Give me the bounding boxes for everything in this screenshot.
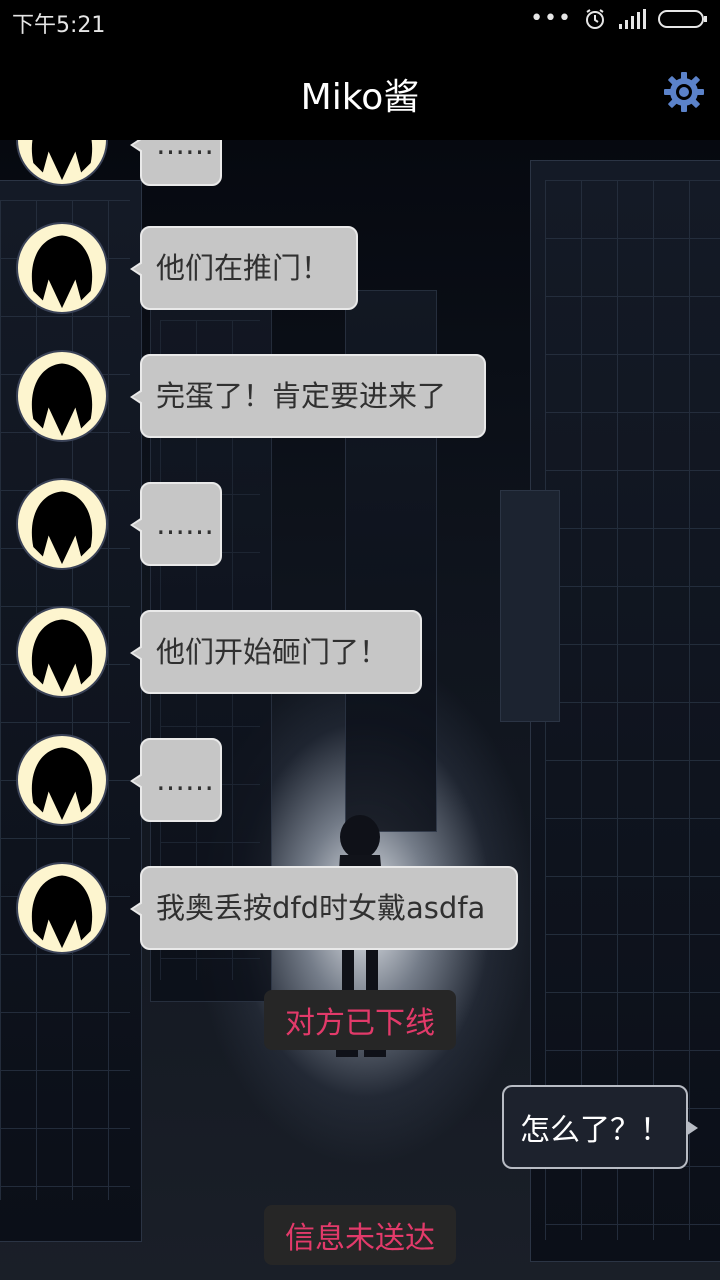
girl-avatar-icon xyxy=(31,619,93,693)
girl-avatar-icon xyxy=(31,875,93,949)
message-bubble[interactable]: 他们开始砸门了！ xyxy=(130,610,422,694)
message-bubble[interactable]: …… xyxy=(130,482,222,566)
building-right-windows xyxy=(545,180,720,1240)
message-text: 他们开始砸门了！ xyxy=(156,635,389,669)
message-bubble[interactable]: 完蛋了！肯定要进来了 xyxy=(130,354,486,438)
message-text: …… xyxy=(156,140,214,161)
more-dots-icon: ••• xyxy=(530,6,572,31)
message-row: 完蛋了！肯定要进来了 xyxy=(0,350,720,446)
message-row: 我奥丢按dfd时女戴asdfa xyxy=(0,862,720,958)
avatar[interactable] xyxy=(16,140,108,186)
message-bubble[interactable]: 他们在推门！ xyxy=(130,226,358,310)
message-row: …… xyxy=(0,734,720,830)
my-message-bubble[interactable]: 怎么了？！ xyxy=(502,1085,698,1169)
avatar[interactable] xyxy=(16,222,108,314)
signal-icon xyxy=(619,9,646,29)
avatar[interactable] xyxy=(16,606,108,698)
girl-avatar-icon xyxy=(31,235,93,309)
avatar[interactable] xyxy=(16,478,108,570)
message-row: …… xyxy=(0,478,720,574)
message-text: …… xyxy=(156,763,214,797)
avatar[interactable] xyxy=(16,350,108,442)
chat-header: Miko酱 xyxy=(0,42,720,140)
status-bar: 下午5:21 ••• xyxy=(0,0,720,42)
girl-avatar-icon xyxy=(31,747,93,821)
status-time: 下午5:21 xyxy=(12,13,106,38)
girl-avatar-icon xyxy=(31,491,93,565)
girl-avatar-icon xyxy=(31,140,93,181)
message-row: …… xyxy=(0,140,720,188)
gear-icon[interactable] xyxy=(662,70,706,114)
message-bubble[interactable]: …… xyxy=(130,140,222,186)
message-bubble[interactable]: …… xyxy=(130,738,222,822)
battery-icon xyxy=(658,10,707,28)
message-row: 他们开始砸门了！ xyxy=(0,606,720,702)
contact-name: Miko酱 xyxy=(300,77,420,118)
my-message-text: 怎么了？！ xyxy=(520,1113,670,1148)
undelivered-notice: 信息未送达 xyxy=(264,1205,456,1265)
undelivered-notice-text: 信息未送达 xyxy=(285,1221,435,1256)
message-text: 他们在推门！ xyxy=(156,251,331,285)
offline-notice: 对方已下线 xyxy=(264,990,456,1050)
message-text: 我奥丢按dfd时女戴asdfa xyxy=(156,891,486,925)
alarm-icon xyxy=(586,9,604,29)
message-bubble[interactable]: 我奥丢按dfd时女戴asdfa xyxy=(130,866,518,950)
girl-avatar-icon xyxy=(31,363,93,437)
message-text: …… xyxy=(156,507,214,541)
message-row: 他们在推门！ xyxy=(0,222,720,318)
avatar[interactable] xyxy=(16,734,108,826)
offline-notice-text: 对方已下线 xyxy=(285,1006,435,1041)
message-text: 完蛋了！肯定要进来了 xyxy=(156,379,447,413)
avatar[interactable] xyxy=(16,862,108,954)
